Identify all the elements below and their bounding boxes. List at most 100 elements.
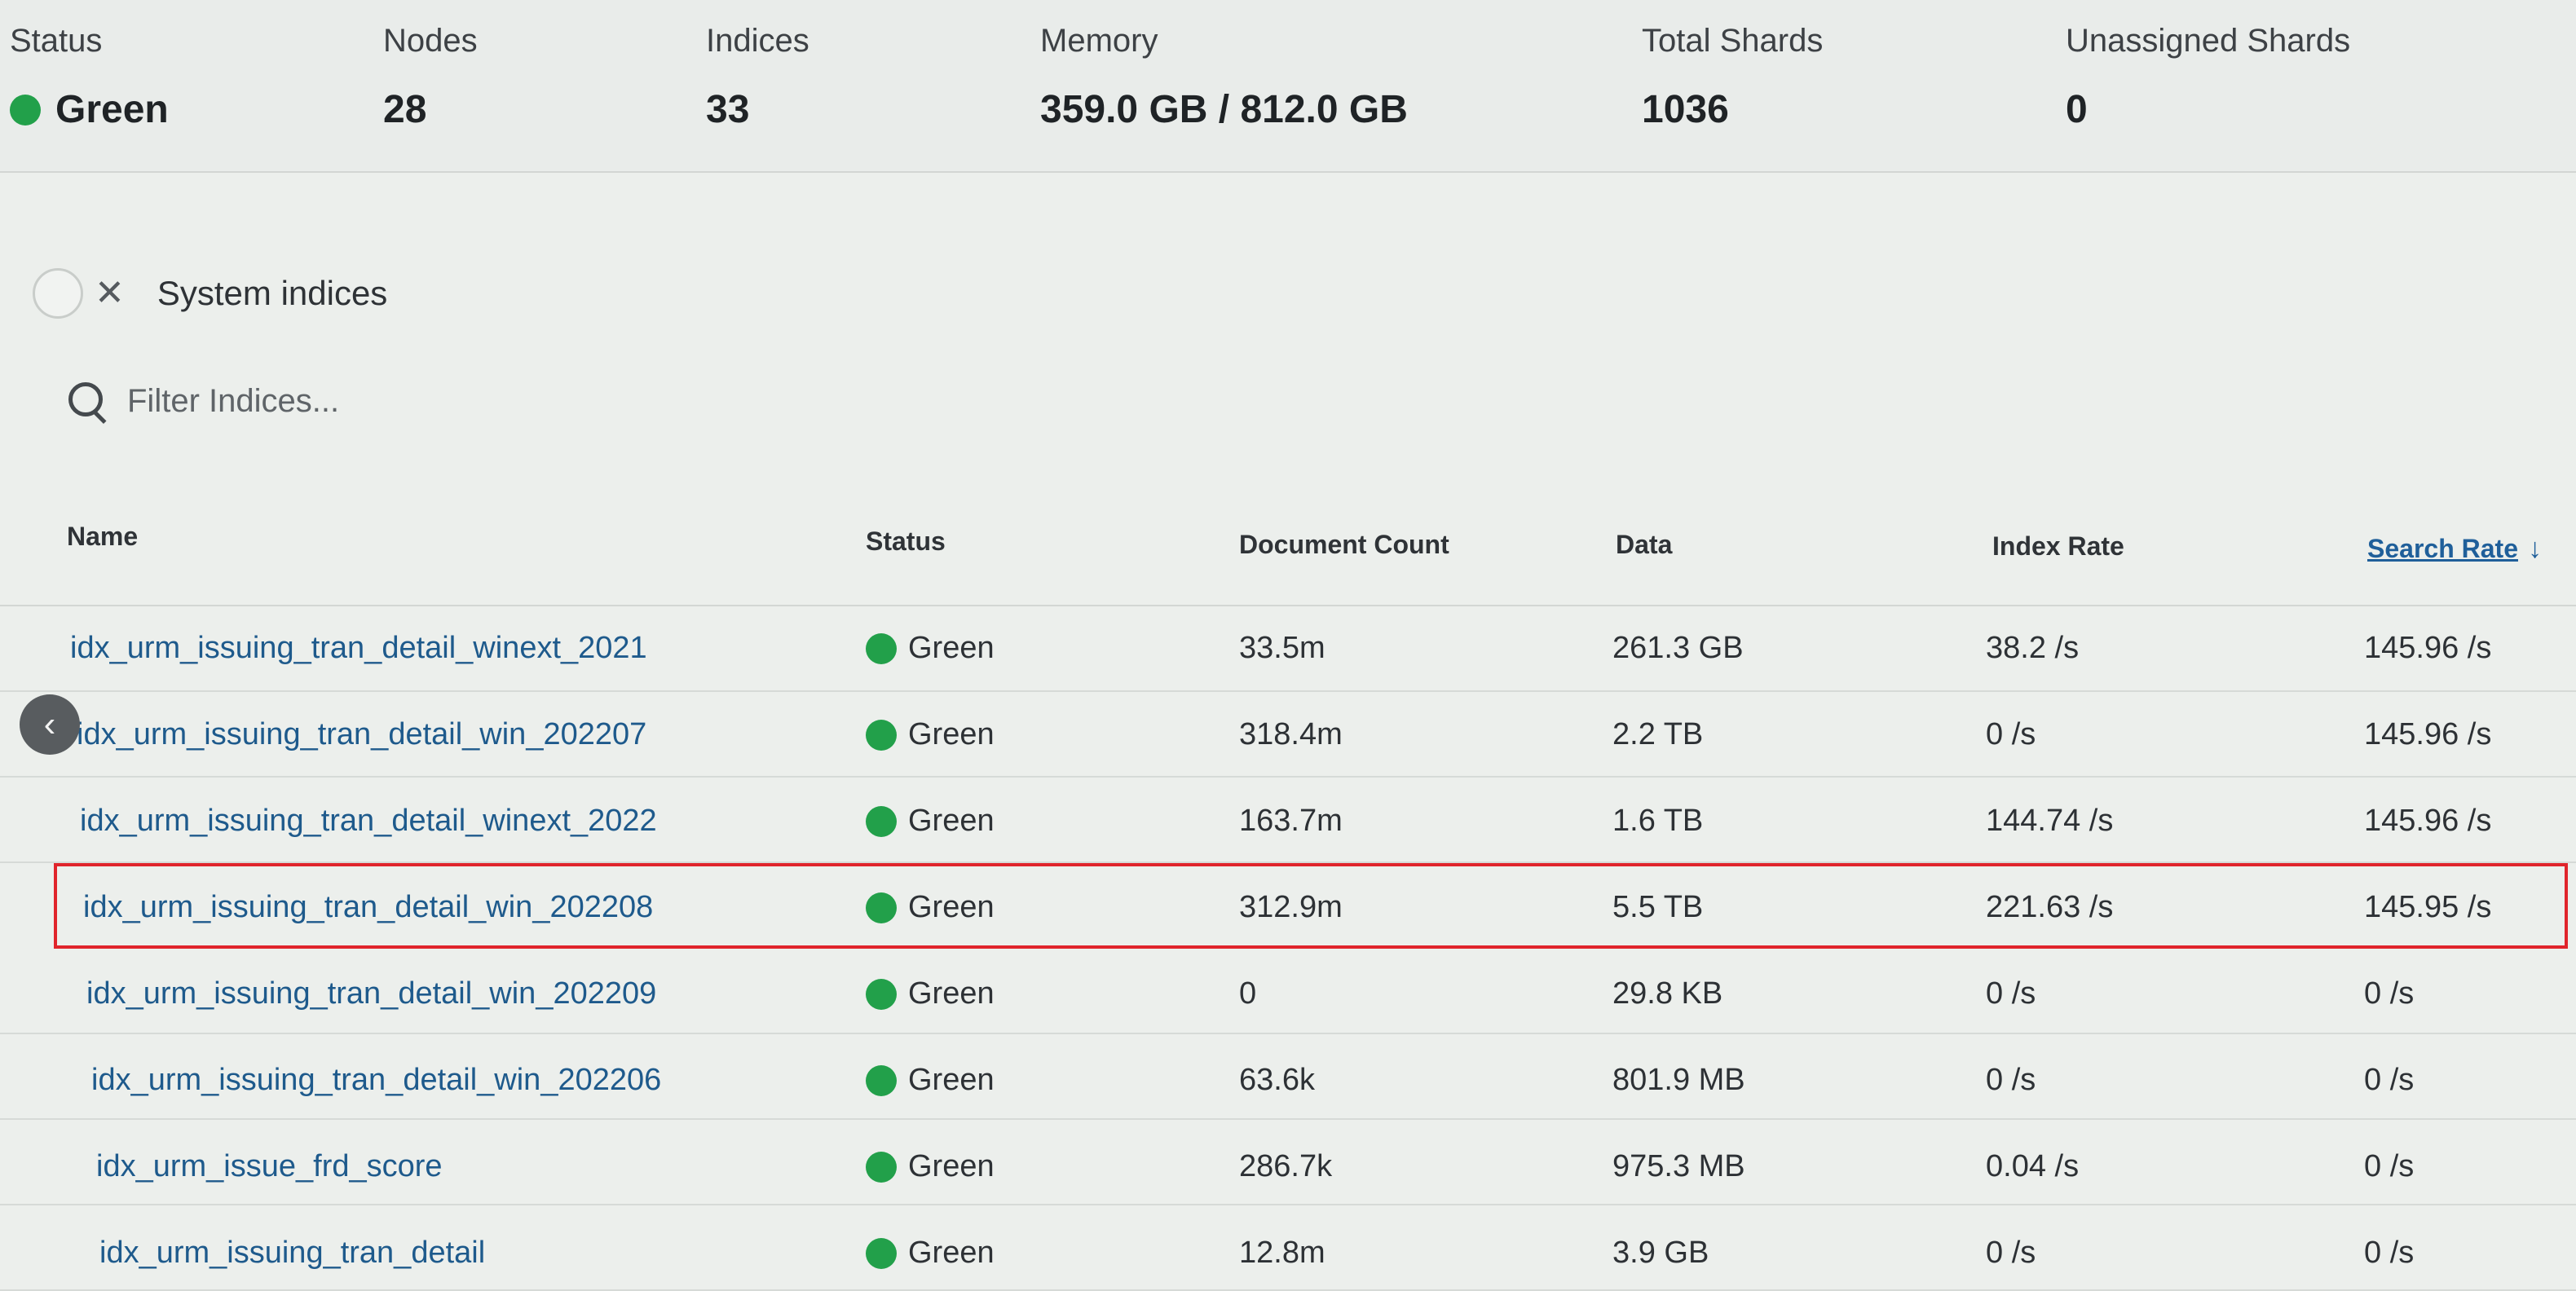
status-green-icon <box>866 719 897 751</box>
close-icon[interactable]: ✕ <box>95 275 125 311</box>
column-header-search-rate[interactable]: Search Rate ↓ <box>2367 533 2542 565</box>
stat-indices: Indices 33 <box>706 23 809 132</box>
row-doc-count: 163.7m <box>1239 804 1343 838</box>
chevron-left-icon[interactable]: ‹ <box>20 694 80 755</box>
stat-indices-label: Indices <box>706 23 809 59</box>
row-doc-count: 12.8m <box>1239 1236 1325 1270</box>
stat-total-shards-value: 1036 <box>1642 88 1729 131</box>
row-status: Green <box>866 890 995 925</box>
column-header-doc-count[interactable]: Document Count <box>1239 530 1449 560</box>
row-data: 5.5 TB <box>1612 890 1704 924</box>
status-green-icon <box>866 805 897 837</box>
row-status-label: Green <box>908 804 995 838</box>
row-data: 261.3 GB <box>1612 631 1744 665</box>
stat-nodes-label: Nodes <box>383 23 478 59</box>
row-status: Green <box>866 717 995 752</box>
row-search-rate: 145.96 /s <box>2364 717 2492 751</box>
table-row: idx_urm_issuing_tran_detail_winext_2021 G… <box>0 606 2576 692</box>
row-search-rate: 145.96 /s <box>2364 631 2492 665</box>
row-status-label: Green <box>908 1236 995 1270</box>
row-search-rate: 145.95 /s <box>2364 890 2492 924</box>
row-search-rate: 0 /s <box>2364 976 2415 1011</box>
row-doc-count: 312.9m <box>1239 890 1343 924</box>
row-index-rate: 0 /s <box>1986 717 2036 751</box>
index-name-link[interactable]: idx_urm_issuing_tran_detail <box>99 1236 485 1271</box>
row-status-label: Green <box>908 1063 995 1097</box>
index-name-link[interactable]: idx_urm_issue_frd_score <box>96 1149 443 1184</box>
row-doc-count: 33.5m <box>1239 631 1325 665</box>
column-header-index-rate[interactable]: Index Rate <box>1992 531 2124 562</box>
stat-nodes-value: 28 <box>383 88 427 131</box>
row-status: Green <box>866 976 995 1011</box>
stat-status-value: Green <box>55 88 169 131</box>
table-row: idx_urm_issuing_tran_detail_win_202207 Gr… <box>0 692 2576 778</box>
row-search-rate: 0 /s <box>2364 1063 2415 1097</box>
cluster-summary: Status Green Nodes 28 Indices 33 Memory … <box>0 0 2576 173</box>
row-doc-count: 0 <box>1239 976 1257 1011</box>
stat-nodes: Nodes 28 <box>383 23 478 132</box>
status-green-icon <box>866 1064 897 1096</box>
row-status: Green <box>866 1149 995 1184</box>
row-search-rate: 0 /s <box>2364 1149 2415 1183</box>
system-indices-toggle-row: ✕ System indices <box>33 268 388 319</box>
row-index-rate: 221.63 /s <box>1986 890 2114 924</box>
row-index-rate: 0 /s <box>1986 1063 2036 1097</box>
row-data: 975.3 MB <box>1612 1149 1745 1183</box>
row-search-rate: 0 /s <box>2364 1236 2415 1270</box>
row-data: 29.8 KB <box>1612 976 1723 1011</box>
row-status-label: Green <box>908 1149 995 1183</box>
table-header: Name Status Document Count Data Index Ra… <box>0 499 2576 606</box>
column-header-status[interactable]: Status <box>866 527 946 557</box>
row-doc-count: 286.7k <box>1239 1149 1333 1183</box>
table-body: idx_urm_issuing_tran_detail_winext_2021 G… <box>0 606 2576 1291</box>
table-row: idx_urm_issuing_tran_detail_winext_2022 G… <box>0 778 2576 863</box>
arrow-down-icon: ↓ <box>2527 533 2542 564</box>
row-status-label: Green <box>908 976 995 1011</box>
status-green-icon <box>866 632 897 664</box>
stat-total-shards: Total Shards 1036 <box>1642 23 1823 132</box>
table-row: idx_urm_issuing_tran_detail_win_202209 Gr… <box>0 949 2576 1034</box>
status-green-icon <box>866 892 897 923</box>
row-index-rate: 38.2 /s <box>1986 631 2080 665</box>
stat-memory-value: 359.0 GB / 812.0 GB <box>1040 88 1408 131</box>
column-header-data[interactable]: Data <box>1616 530 1672 560</box>
row-data: 801.9 MB <box>1612 1063 1745 1097</box>
column-header-search-rate-label: Search Rate <box>2367 534 2518 563</box>
row-status: Green <box>866 1236 995 1271</box>
table-row: idx_urm_issue_frd_score Green 286.7k 975.3 … <box>0 1120 2576 1205</box>
row-search-rate: 145.96 /s <box>2364 804 2492 838</box>
index-name-link[interactable]: idx_urm_issuing_tran_detail_winext_2022 <box>80 804 657 839</box>
stat-status-label: Status <box>10 23 103 59</box>
row-status: Green <box>866 1063 995 1098</box>
row-index-rate: 0 /s <box>1986 976 2036 1011</box>
index-name-link[interactable]: idx_urm_issuing_tran_detail_win_202208 <box>83 890 653 925</box>
row-index-rate: 0 /s <box>1986 1236 2036 1270</box>
status-green-icon <box>866 1151 897 1183</box>
stat-memory-label: Memory <box>1040 23 1158 59</box>
index-name-link[interactable]: idx_urm_issuing_tran_detail_winext_2021 <box>70 631 647 666</box>
row-index-rate: 144.74 /s <box>1986 804 2114 838</box>
stat-unassigned-shards: Unassigned Shards 0 <box>2066 23 2350 132</box>
row-index-rate: 0.04 /s <box>1986 1149 2080 1183</box>
row-data: 1.6 TB <box>1612 804 1704 838</box>
stat-status: Status Green <box>10 23 169 132</box>
system-indices-label: System indices <box>157 274 388 312</box>
stat-total-shards-label: Total Shards <box>1642 23 1824 59</box>
filter-bar <box>65 377 2543 425</box>
row-data: 3.9 GB <box>1612 1236 1709 1270</box>
row-status: Green <box>866 804 995 839</box>
index-name-link[interactable]: idx_urm_issuing_tran_detail_win_202207 <box>77 717 646 752</box>
filter-indices-input[interactable] <box>126 381 2411 421</box>
row-status-label: Green <box>908 890 995 924</box>
search-icon <box>65 379 109 423</box>
table-row: idx_urm_issuing_tran_detail_win_202206 Gr… <box>0 1034 2576 1120</box>
stat-unassigned-shards-value: 0 <box>2066 88 2088 131</box>
system-indices-toggle[interactable] <box>33 268 83 319</box>
index-name-link[interactable]: idx_urm_issuing_tran_detail_win_202209 <box>86 976 656 1011</box>
index-name-link[interactable]: idx_urm_issuing_tran_detail_win_202206 <box>91 1063 661 1098</box>
stat-unassigned-shards-label: Unassigned Shards <box>2066 23 2351 59</box>
column-header-name[interactable]: Name <box>67 522 138 552</box>
stat-memory: Memory 359.0 GB / 812.0 GB <box>1040 23 1408 132</box>
row-status-label: Green <box>908 631 995 665</box>
row-status: Green <box>866 631 995 666</box>
